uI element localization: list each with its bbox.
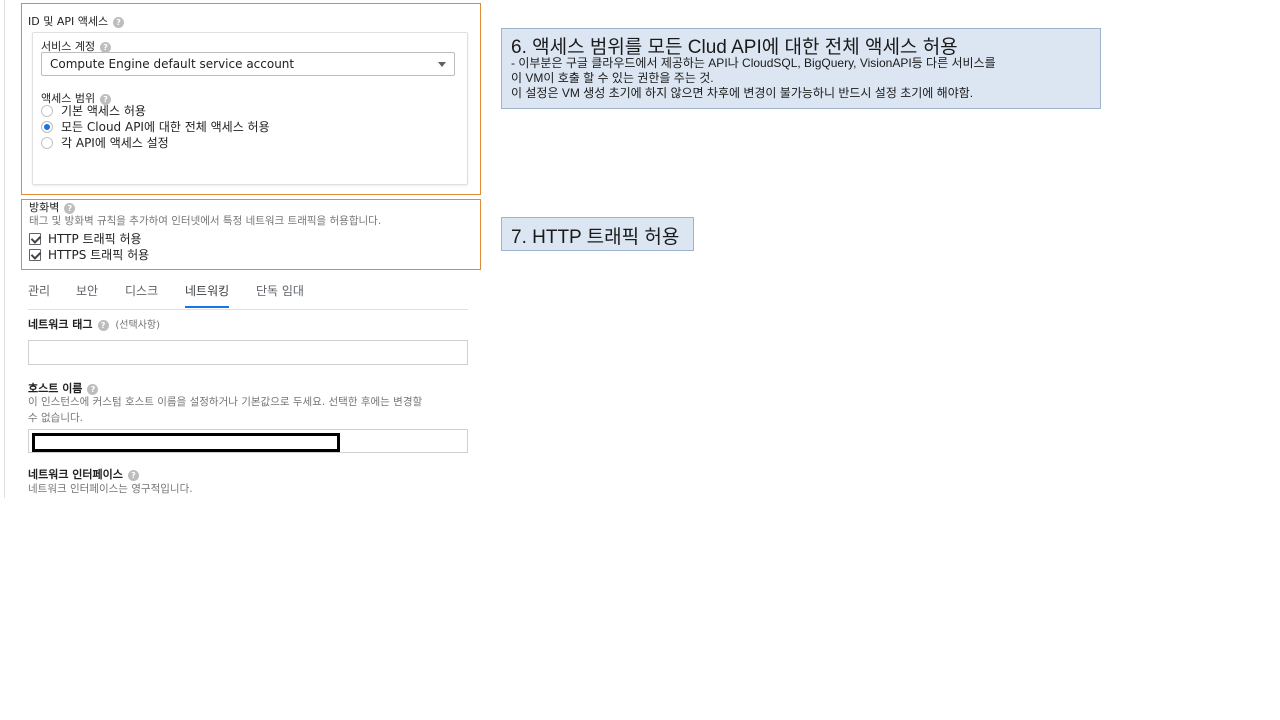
tab-disks[interactable]: 디스크 <box>125 283 158 308</box>
network-tags-input[interactable] <box>28 340 468 365</box>
annotation-note-http: 7. HTTP 트래픽 허용 <box>501 217 694 251</box>
help-icon[interactable]: ? <box>100 93 112 105</box>
tab-sole-tenancy[interactable]: 단독 임대 <box>256 283 304 308</box>
help-icon[interactable]: ? <box>87 383 99 395</box>
checkbox-checked[interactable] <box>29 249 41 261</box>
settings-tabs: 관리 보안 디스크 네트워킹 단독 임대 <box>28 283 468 310</box>
hostname-input[interactable] <box>28 429 468 453</box>
radio-button-selected[interactable] <box>41 121 53 133</box>
note-body: - 이부분은 구글 클라우드에서 제공하는 API나 CloudSQL, Big… <box>511 56 996 100</box>
tab-management[interactable]: 관리 <box>28 283 50 308</box>
checkbox-checked[interactable] <box>29 233 41 245</box>
help-icon[interactable]: ? <box>113 16 125 28</box>
dropdown-caret-icon <box>438 62 446 67</box>
optional-hint: (선택사항) <box>115 320 161 331</box>
identity-api-title: ID 및 API 액세스? <box>28 13 125 29</box>
help-icon[interactable]: ? <box>100 41 112 53</box>
tab-networking[interactable]: 네트워킹 <box>185 283 230 308</box>
help-icon[interactable]: ? <box>127 469 139 481</box>
annotation-note-access-scope: 6. 액세스 범위를 모든 Clud API에 대한 전체 액세스 허용 - 이… <box>501 28 1101 109</box>
firewall-description: 태그 및 방화벽 규칙을 추가하여 인터넷에서 특정 네트워크 트래픽을 허용합… <box>29 215 382 227</box>
note-title: 7. HTTP 트래픽 허용 <box>511 227 680 248</box>
left-divider <box>4 0 5 498</box>
help-icon[interactable]: ? <box>97 319 109 331</box>
network-interface-label: 네트워크 인터페이스? <box>28 466 139 482</box>
radio-button[interactable] <box>41 105 53 117</box>
tab-security[interactable]: 보안 <box>76 283 98 308</box>
radio-button[interactable] <box>41 137 53 149</box>
network-interface-description: 네트워크 인터페이스는 영구적입니다. <box>28 483 193 495</box>
redaction-bar <box>32 433 340 452</box>
hostname-description-line1: 이 인스턴스에 커스텀 호스트 이름을 설정하거나 기본값으로 두세요. 선택한… <box>28 396 423 408</box>
network-tags-label: 네트워크 태그? (선택사항) <box>28 318 161 331</box>
hostname-description-line2: 수 없습니다. <box>28 412 83 424</box>
help-icon[interactable]: ? <box>64 202 76 214</box>
note-title: 6. 액세스 범위를 모든 Clud API에 대한 전체 액세스 허용 <box>511 37 958 58</box>
service-account-select[interactable]: Compute Engine default service account <box>41 52 455 76</box>
